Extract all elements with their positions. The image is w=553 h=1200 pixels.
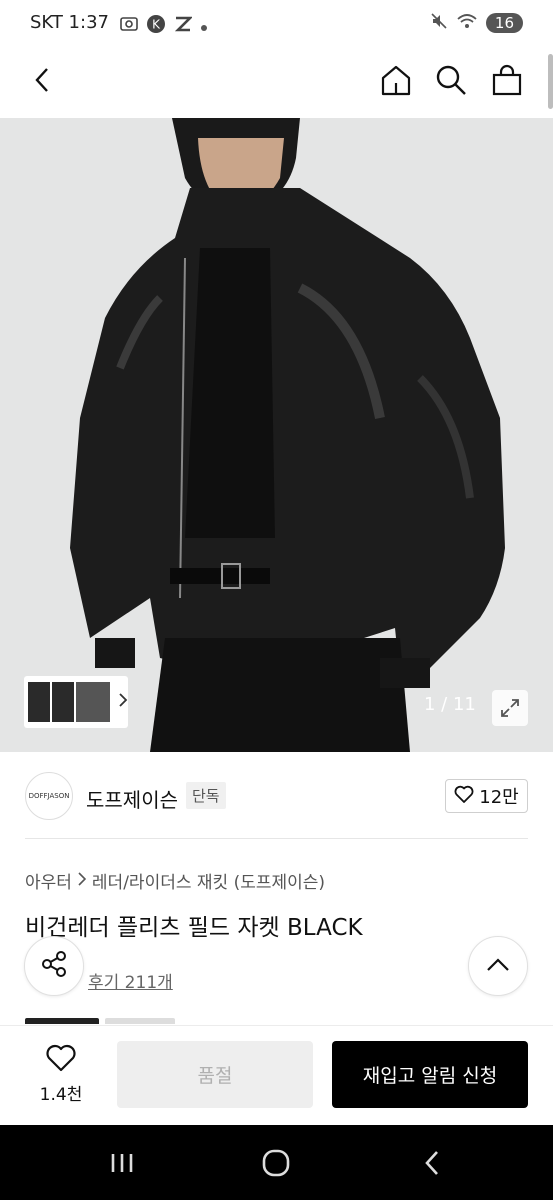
review-count-link[interactable]: 후기 211개 [88, 968, 173, 993]
zigzag-z-icon [174, 15, 194, 37]
chevron-right-icon [78, 871, 87, 891]
chevron-right-icon[interactable] [118, 692, 128, 712]
sold-out-button: 품절 [117, 1041, 313, 1108]
status-bar: SKT 1:37 K 16 [0, 0, 553, 48]
back-icon[interactable] [20, 58, 64, 102]
screenshot-icon [120, 16, 138, 36]
wifi-icon [456, 12, 478, 34]
product-title: 비건레더 플리츠 필드 자켓 BLACK [25, 915, 363, 941]
battery-indicator: 16 [485, 13, 523, 33]
share-button[interactable] [24, 936, 84, 996]
status-time: SKT 1:37 [30, 12, 109, 33]
status-right-icons: 16 [430, 12, 523, 34]
page-scrollbar[interactable] [548, 54, 553, 109]
shopping-bag-icon[interactable] [485, 58, 529, 102]
thumbnail-image[interactable] [76, 682, 110, 722]
restock-alert-button[interactable]: 재입고 알림 신청 [332, 1041, 528, 1108]
heart-icon [45, 1044, 77, 1076]
brand-logo[interactable]: DOFFJASON [25, 772, 73, 820]
status-left-icons: K [120, 14, 208, 38]
top-navigation [0, 48, 553, 114]
system-navigation [0, 1125, 553, 1200]
option-swatch[interactable] [25, 1018, 99, 1024]
breadcrumb-item[interactable]: 레더/라이더스 재킷 (도프제이슨) [92, 868, 325, 893]
brand-like-button[interactable]: 12만 [445, 779, 528, 813]
mute-icon [430, 12, 448, 34]
chevron-up-icon [486, 957, 510, 976]
thumbnail-strip[interactable] [24, 676, 128, 728]
exclusive-badge: 단독 [186, 782, 226, 809]
svg-text:K: K [152, 18, 161, 32]
brand-like-count: 12만 [479, 787, 519, 808]
search-icon[interactable] [429, 58, 473, 102]
thumbnail-image[interactable] [52, 682, 74, 722]
heart-icon [454, 785, 474, 808]
divider [25, 838, 528, 839]
brand-name[interactable]: 도프제이슨 [86, 784, 178, 813]
wishlist-button[interactable]: 1.4천 [32, 1044, 90, 1105]
wishlist-count: 1.4천 [39, 1085, 83, 1105]
option-swatch[interactable] [105, 1018, 175, 1024]
breadcrumb: 아우터 레더/라이더스 재킷 (도프제이슨) [25, 868, 325, 893]
image-counter: 1 / 11 [424, 694, 476, 715]
product-photo-jacket [0, 118, 553, 752]
brand-logo-text: DOFFJASON [28, 792, 70, 800]
scroll-top-button[interactable] [468, 936, 528, 996]
breadcrumb-item[interactable]: 아우터 [25, 868, 72, 893]
system-back-icon[interactable] [412, 1145, 452, 1181]
brand-row: DOFFJASON 도프제이슨 단독 12만 [0, 752, 553, 840]
dot-icon [200, 17, 208, 36]
share-icon [39, 949, 69, 983]
expand-icon[interactable] [492, 690, 528, 726]
product-image[interactable] [0, 118, 553, 752]
recent-apps-icon[interactable] [102, 1145, 142, 1181]
kakao-k-icon: K [146, 14, 166, 38]
home-icon[interactable] [374, 58, 418, 102]
thumbnail-image[interactable] [28, 682, 50, 722]
purchase-bar: 1.4천 품절 재입고 알림 신청 [0, 1025, 553, 1125]
home-circle-icon[interactable] [256, 1145, 296, 1181]
